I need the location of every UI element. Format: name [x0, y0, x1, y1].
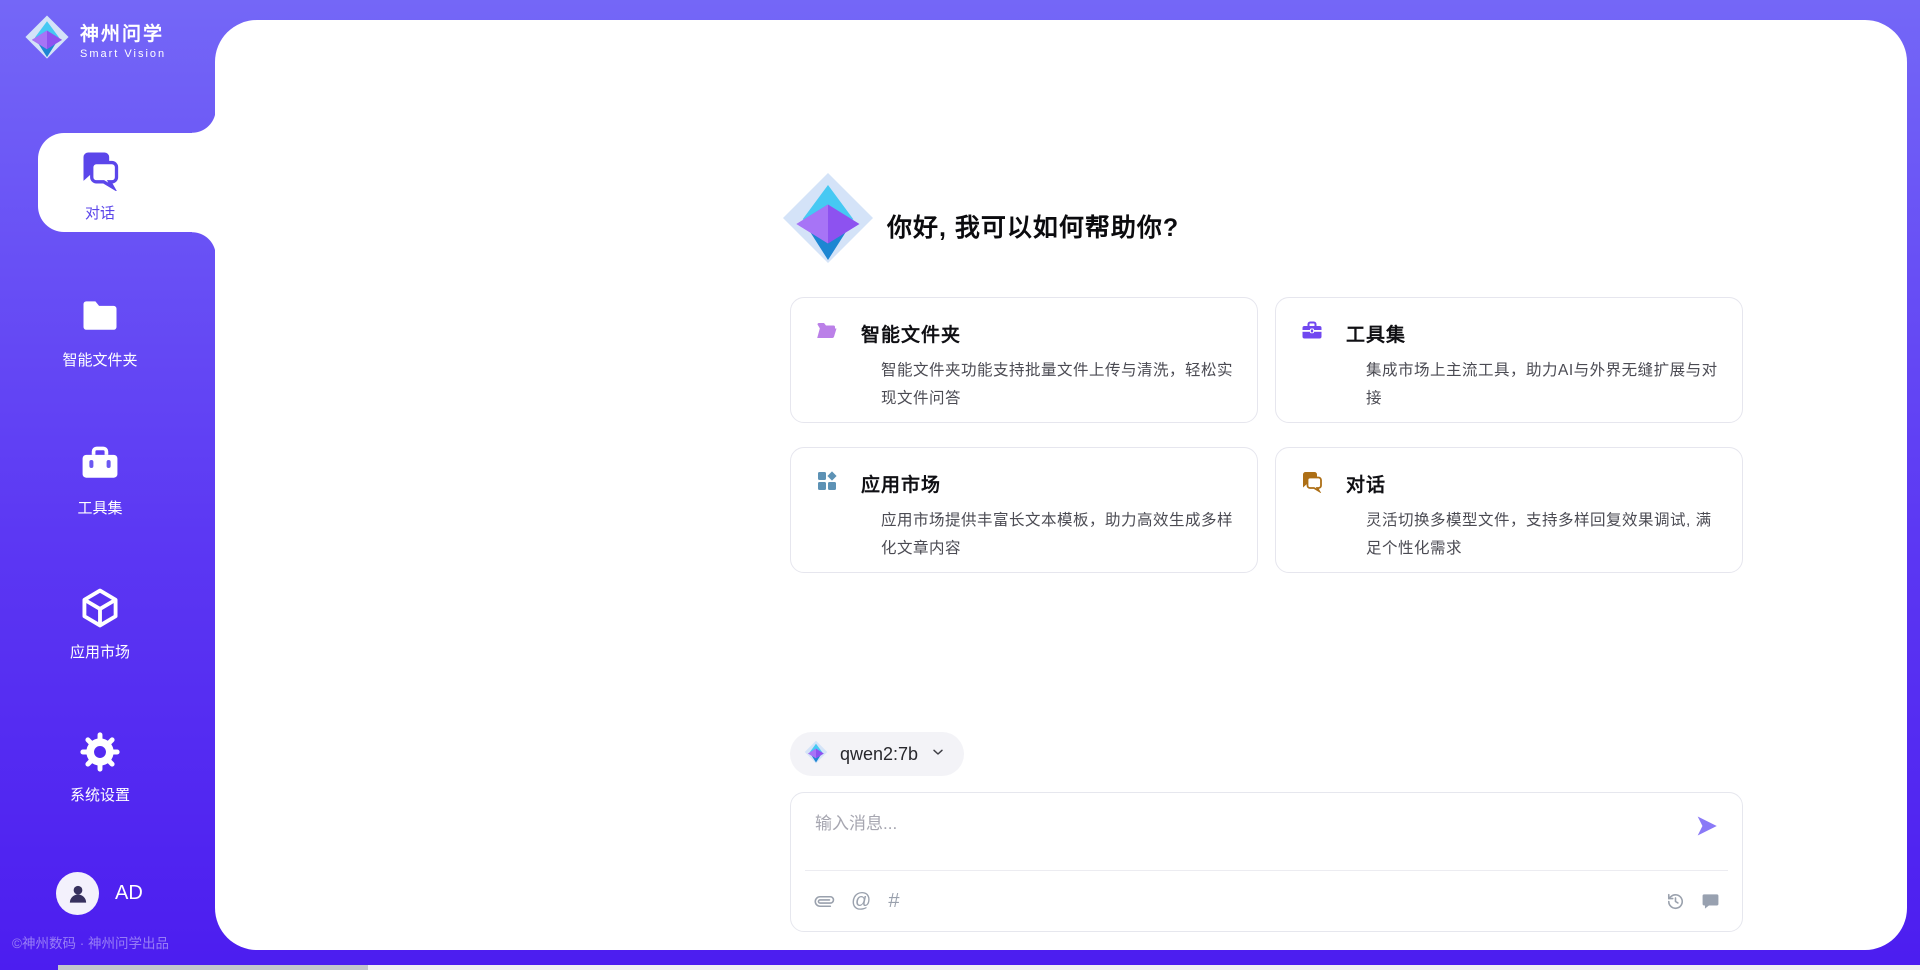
user-avatar — [56, 872, 99, 915]
user-profile[interactable]: AD — [56, 872, 143, 915]
brand-subtitle: Smart Vision — [80, 48, 166, 60]
user-name: AD — [115, 882, 143, 905]
horizontal-scrollbar-thumb[interactable] — [58, 965, 368, 970]
card-title: 工具集 — [1346, 320, 1406, 347]
hash-icon[interactable]: # — [888, 891, 899, 911]
mention-icon[interactable]: @ — [851, 891, 871, 911]
card-title: 智能文件夹 — [861, 320, 961, 347]
folder-icon — [78, 325, 122, 342]
sidebar-item-chat[interactable]: 对话 — [0, 147, 200, 223]
model-name: qwen2:7b — [840, 744, 918, 765]
feature-card-smart-folder[interactable]: 智能文件夹 智能文件夹功能支持批量文件上传与清洗，轻松实现文件问答 — [790, 297, 1258, 423]
sidebar-item-label: 系统设置 — [0, 784, 200, 805]
sidebar-item-smart-folder[interactable]: 智能文件夹 — [0, 294, 200, 370]
active-tab-fillet-bottom — [192, 232, 216, 256]
chevron-down-icon — [930, 744, 946, 765]
card-description: 集成市场上主流工具，助力AI与外界无缝扩展与对接 — [1366, 357, 1718, 413]
card-description: 灵活切换多模型文件，支持多样回复效果调试, 满足个性化需求 — [1366, 507, 1718, 563]
gear-icon — [79, 760, 121, 777]
brand: 神州问学 Smart Vision — [24, 14, 166, 65]
chat-icon — [1300, 469, 1324, 498]
feature-card-toolset[interactable]: 工具集 集成市场上主流工具，助力AI与外界无缝扩展与对接 — [1275, 297, 1743, 423]
sidebar-item-label: 工具集 — [0, 497, 200, 518]
toolbox-icon — [1300, 319, 1324, 348]
app-root: 神州问学 Smart Vision 对话 智能 — [0, 0, 1920, 970]
greeting-logo-icon — [780, 170, 876, 271]
feature-card-app-market[interactable]: 应用市场 应用市场提供丰富长文本模板，助力高效生成多样化文章内容 — [790, 447, 1258, 573]
feature-cards: 智能文件夹 智能文件夹功能支持批量文件上传与清洗，轻松实现文件问答 工具集 — [790, 297, 1743, 573]
folder-open-icon — [815, 319, 839, 348]
model-logo-icon — [804, 740, 828, 769]
send-icon[interactable] — [1694, 813, 1720, 844]
sidebar-item-settings[interactable]: 系统设置 — [0, 731, 200, 805]
brand-name: 神州问学 — [80, 19, 166, 46]
sidebar-item-toolset[interactable]: 工具集 — [0, 442, 200, 518]
attachment-icon[interactable] — [815, 892, 834, 911]
main-panel: 你好, 我可以如何帮助你? 智能文件夹 智能文件夹功能支持批量文件上传与清洗，轻… — [215, 20, 1907, 950]
sidebar-item-label: 智能文件夹 — [0, 349, 200, 370]
grid-icon — [815, 469, 839, 498]
composer-divider — [805, 870, 1728, 871]
card-description: 智能文件夹功能支持批量文件上传与清洗，轻松实现文件问答 — [881, 357, 1233, 413]
model-selector[interactable]: qwen2:7b — [790, 732, 964, 776]
composer-toolbar: @ # — [815, 885, 1720, 917]
message-input[interactable] — [815, 809, 1675, 861]
greeting-text: 你好, 我可以如何帮助你? — [887, 208, 1179, 244]
feature-card-chat[interactable]: 对话 灵活切换多模型文件，支持多样回复效果调试, 满足个性化需求 — [1275, 447, 1743, 573]
active-tab-fillet-top — [192, 109, 216, 133]
card-description: 应用市场提供丰富长文本模板，助力高效生成多样化文章内容 — [881, 507, 1233, 563]
history-icon[interactable] — [1666, 892, 1685, 911]
sidebar-item-label: 应用市场 — [0, 641, 200, 662]
sidebar-item-label: 对话 — [0, 202, 200, 223]
cube-icon — [78, 617, 122, 634]
brand-logo-icon — [24, 14, 70, 65]
message-composer: @ # — [790, 792, 1743, 932]
card-title: 对话 — [1346, 470, 1386, 497]
horizontal-scrollbar-track[interactable] — [58, 965, 1920, 970]
sidebar-item-app-market[interactable]: 应用市场 — [0, 586, 200, 662]
chat-bubble-icon[interactable] — [1701, 892, 1720, 911]
card-title: 应用市场 — [861, 470, 941, 497]
toolbox-icon — [78, 473, 122, 490]
copyright-text: ©神州数码 · 神州问学出品 — [12, 932, 169, 952]
chat-icon — [78, 178, 122, 195]
